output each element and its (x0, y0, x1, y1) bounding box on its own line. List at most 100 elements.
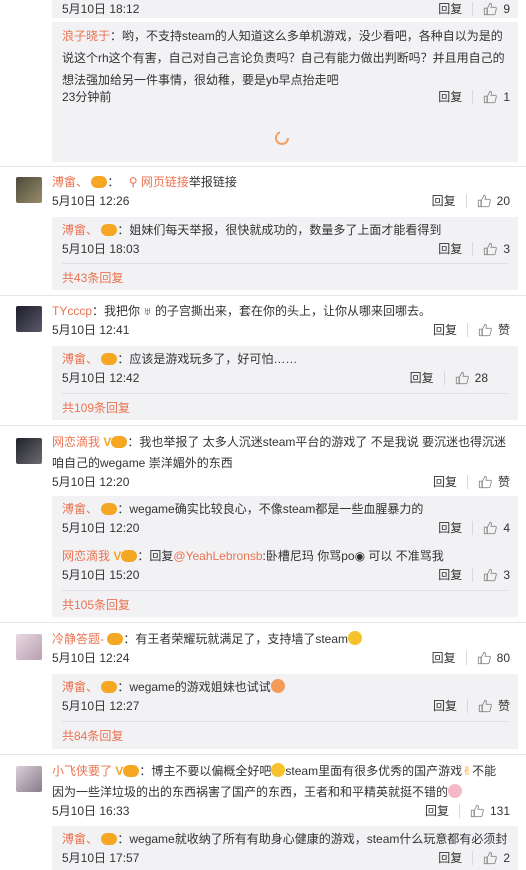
divider (458, 804, 460, 818)
divider (466, 475, 468, 489)
thumb-up-icon[interactable] (477, 651, 491, 665)
divider (0, 166, 526, 167)
more-replies-link[interactable]: 共84条回复 (62, 727, 123, 745)
reply-actions: 回复 2 (438, 849, 510, 867)
like-count: 9 (503, 2, 510, 16)
divider (465, 194, 467, 208)
reply-username[interactable]: 溥畲、 (62, 832, 98, 846)
avatar[interactable] (16, 306, 42, 332)
comment-text-line: TYcccp：我把你 ♅ 的子宫撕出来，套在你的头上，让你从哪来回哪去。 (52, 302, 431, 320)
like-count: 80 (496, 651, 510, 665)
reply-actions: 回复 28 (410, 369, 488, 387)
reply-button[interactable]: 回复 (432, 192, 456, 210)
divider (0, 754, 526, 755)
reply-button[interactable]: 回复 (438, 849, 462, 867)
member-badge-icon (101, 833, 118, 845)
verified-v-icon: V (103, 435, 112, 449)
like-count: 3 (503, 242, 510, 256)
reply-username[interactable]: 浪子晓于 (62, 29, 110, 43)
thumb-up-icon[interactable] (483, 568, 497, 582)
comment-username[interactable]: 冷静答题- (52, 632, 104, 646)
reply-username[interactable]: 溥畲、 (62, 680, 98, 694)
more-replies-link[interactable]: 共109条回复 (62, 399, 130, 417)
reply-username[interactable]: 溥畲、 (62, 223, 98, 237)
reply-button[interactable]: 回复 (433, 697, 457, 715)
reply-time: 5月10日 17:57 (62, 851, 140, 865)
reply-button[interactable]: 回复 (438, 88, 462, 106)
reply-time: 5月10日 12:42 (62, 371, 140, 385)
reply-text-line-3: 想法强加给另一件事情，很幼稚，要是yb早点抬走吧 (62, 73, 339, 87)
comment-4: 冷静答题- ：有王者荣耀玩就满足了，支持墙了steam 5月10日 12:24 … (52, 630, 518, 670)
comment-5: 小飞侠要了 V ：博主不要以偏概全好吧 steam里面有很多优秀的国产游戏✌不能 因… (52, 762, 518, 822)
reply-button[interactable]: 回复 (438, 240, 462, 258)
like-count: 赞 (497, 323, 510, 337)
reply-actions: 回复 赞 (433, 697, 510, 715)
reply-username[interactable]: 溥畲、 (62, 352, 98, 366)
like-count: 131 (489, 804, 510, 818)
divider (0, 622, 526, 623)
reply-button[interactable]: 回复 (438, 519, 462, 537)
thumb-up-icon[interactable] (470, 804, 484, 818)
comment-text-line-2: 咱自己的wegame 崇洋媚外的东西 (52, 456, 233, 470)
reply-text: :卧槽尼玛 你骂po (262, 549, 355, 563)
thumb-up-icon[interactable] (483, 2, 497, 16)
divider (472, 2, 474, 16)
like-count: 28 (474, 371, 488, 385)
reply-button[interactable]: 回复 (410, 369, 434, 387)
comment-username[interactable]: 网恋滴我 (52, 435, 100, 449)
avatar[interactable] (16, 766, 42, 792)
like-count: 20 (496, 194, 510, 208)
divider (466, 323, 468, 337)
avatar[interactable] (16, 438, 42, 464)
divider (465, 651, 467, 665)
reply-text: ：应该是游戏玩多了，好可怕…… (117, 352, 298, 366)
reply-button[interactable]: 回复 (425, 802, 449, 820)
reply-text-line-2: 说这个rh这个有害，自己对自己言论负责吗？自己有能力做出判断吗？并且用自己的 (62, 51, 505, 65)
comment-text: ：我把你 (92, 304, 141, 318)
divider (466, 699, 468, 713)
comment-text-2: 的子宫撕出来，套在你的头上，让你从哪来回哪去。 (155, 304, 432, 318)
web-link[interactable]: 网页链接 (141, 175, 189, 189)
reply-text-line: 溥畲、 ：姐妹们每天举报，很快就成功的，数量多了上面才能看得到 (62, 221, 441, 239)
more-replies-link[interactable]: 共43条回复 (62, 269, 123, 287)
reply-button[interactable]: 回复 (433, 321, 457, 339)
reply-username[interactable]: 网恋滴我 (62, 549, 110, 563)
reply-button[interactable]: 回复 (438, 566, 462, 584)
more-replies-link[interactable]: 共105条回复 (62, 596, 130, 614)
like-count: 赞 (497, 475, 510, 489)
reply-time: 5月10日 15:20 (62, 568, 140, 582)
thumb-up-icon[interactable] (483, 90, 497, 104)
comment-username[interactable]: 小飞侠要了 (52, 764, 112, 778)
reply-button[interactable]: 回复 (433, 473, 457, 491)
avatar[interactable] (16, 634, 42, 660)
reply-button[interactable]: 回复 (438, 0, 462, 18)
thumb-up-icon[interactable] (477, 194, 491, 208)
member-badge-icon (121, 550, 138, 562)
reply-box: 溥畲、 ：wegame确实比较良心，不像steam都是一些血腥暴力的 5月10日… (52, 496, 518, 617)
thumb-up-icon[interactable] (478, 323, 492, 337)
thumb-up-icon[interactable] (478, 699, 492, 713)
divider (472, 242, 474, 256)
divider (62, 590, 508, 591)
comment-text-line: 小飞侠要了 V ：博主不要以偏概全好吧 steam里面有很多优秀的国产游戏✌不能 (52, 762, 496, 780)
reply-username[interactable]: 溥畲、 (62, 502, 98, 516)
mention-link[interactable]: @YeahLebronsb (173, 549, 262, 563)
comment-actions: 回复 20 (432, 192, 510, 210)
avatar[interactable] (16, 177, 42, 203)
thumb-up-icon[interactable] (478, 475, 492, 489)
thumb-up-icon[interactable] (455, 371, 469, 385)
comment-username[interactable]: TYcccp (52, 304, 92, 318)
thumb-up-icon[interactable] (483, 242, 497, 256)
reply-text-line: 网恋滴我 V ：回复@YeahLebronsb:卧槽尼玛 你骂po◉ 可以 不准骂… (62, 547, 444, 565)
member-badge-icon (111, 436, 128, 448)
thumb-up-icon[interactable] (483, 851, 497, 865)
panda-emoji-icon: ◉ (354, 549, 366, 563)
thumb-up-icon[interactable] (483, 521, 497, 535)
divider (0, 295, 526, 296)
reply-box: 溥畲、 ：wegame的游戏姐妹也试试 5月10日 12:27 回复 赞 共84… (52, 674, 518, 749)
divider (472, 568, 474, 582)
divider (472, 521, 474, 535)
reply-button[interactable]: 回复 (432, 649, 456, 667)
comment-username[interactable]: 溥畲、 (52, 175, 88, 189)
comment-text-line: 冷静答题- ：有王者荣耀玩就满足了，支持墙了steam (52, 630, 363, 648)
